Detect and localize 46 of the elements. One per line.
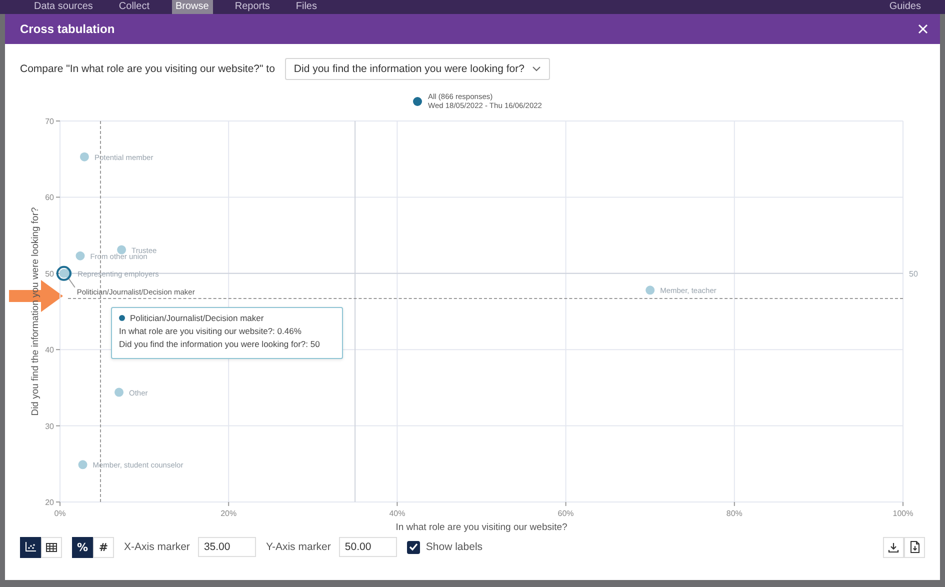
axis-tick-label: 80% — [726, 509, 742, 518]
unit-toggle-button[interactable]: # — [93, 536, 114, 558]
nav-tab[interactable]: Collect — [114, 0, 154, 14]
nav-tab[interactable]: Files — [292, 0, 321, 14]
tooltip-title: Politician/Journalist/Decision maker — [130, 313, 264, 323]
table-icon — [46, 542, 57, 552]
show-labels-checkbox[interactable] — [406, 540, 420, 554]
axis-tick-label: 50 — [45, 269, 54, 278]
download-icon[interactable] — [883, 536, 904, 558]
tooltip-line: Did you find the information you were looking for?: 50 — [119, 339, 321, 349]
axis-tick-label: 60 — [45, 193, 54, 202]
axis-title: Did you find the information you were looking for? — [30, 207, 41, 416]
table-view-button[interactable] — [41, 536, 62, 558]
scatter-chart-icon — [25, 542, 36, 552]
question-dropdown[interactable]: Did you find the information you were looking for? — [284, 58, 550, 80]
y-marker-label: Y-Axis marker — [266, 541, 331, 553]
axis-tick-label: 60% — [558, 509, 574, 518]
nav-tab[interactable]: Data sources — [30, 0, 97, 14]
marker-label: 50 — [909, 269, 918, 278]
compare-label: Compare "In what role are you visiting our website?" to — [20, 63, 275, 75]
close-icon[interactable] — [918, 24, 928, 34]
leader-line — [67, 276, 76, 288]
axis-tick-label: 70 — [45, 117, 54, 126]
axis-tick-label: 40% — [389, 509, 406, 518]
axis-tick-label: 30 — [45, 422, 54, 431]
axis-tick-label: 20 — [45, 498, 54, 507]
data-point[interactable] — [59, 268, 68, 278]
x-marker-label: X-Axis marker — [124, 541, 190, 553]
chart-view-button[interactable] — [20, 536, 41, 558]
axis-title: In what role are you visiting our website? — [396, 522, 568, 533]
dialog-title: Cross tabulation — [20, 22, 115, 36]
nav-tab[interactable]: Browse — [172, 0, 213, 14]
axis-tick-label: 100% — [892, 509, 914, 518]
guides-link[interactable]: Guides — [885, 0, 925, 14]
tooltip-dot — [119, 315, 125, 321]
y-marker-input[interactable]: 50.00 — [338, 537, 397, 557]
show-labels-label: Show labels — [426, 541, 483, 553]
axis-tick-label: 40 — [45, 346, 54, 355]
tooltip-line: In what role are you visiting our website?: 0.46% — [119, 326, 302, 336]
pdf-export-icon[interactable] — [904, 536, 925, 558]
nav-tab[interactable]: Reports — [230, 0, 274, 14]
x-marker-input[interactable]: 35.00 — [198, 537, 256, 557]
chevron-down-icon — [532, 66, 542, 72]
axis-tick-label: 0% — [54, 509, 66, 518]
unit-toggle-button[interactable]: % — [72, 536, 93, 558]
axis-tick-label: 20% — [220, 509, 237, 518]
